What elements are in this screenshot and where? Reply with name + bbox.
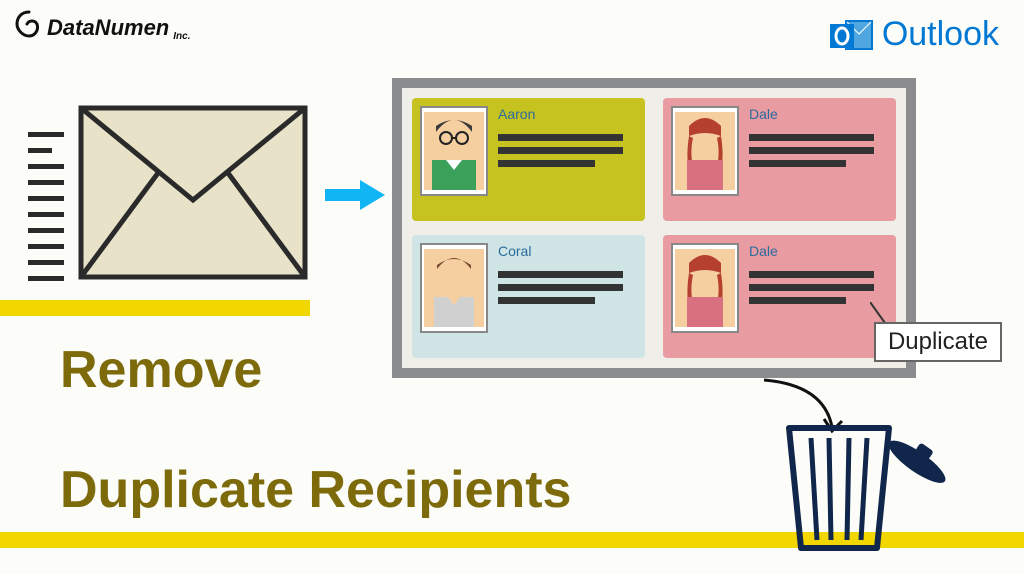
contact-card-dale-1: Dale [663,98,896,221]
envelope-icon [78,105,308,280]
outlook-icon [830,16,874,54]
contact-card-dale-2: Dale [663,235,896,358]
avatar [420,243,488,333]
highlight-bar [0,300,310,316]
avatar [671,243,739,333]
outlook-product-name: Outlook [882,15,999,54]
contact-name: Aaron [498,106,637,122]
trash-icon [779,418,969,553]
outlook-logo: Outlook [830,15,999,54]
contact-name: Coral [498,243,637,259]
contact-card-coral: Coral [412,235,645,358]
datanumen-suffix: Inc. [173,31,190,42]
contact-name: Dale [749,243,888,259]
contact-card-aaron: Aaron [412,98,645,221]
contact-lines-icon [498,134,637,167]
datanumen-name: DataNumen [47,15,169,41]
contact-name: Dale [749,106,888,122]
headline-line-1: Remove [60,340,262,400]
datanumen-logo: DataNumen Inc. [15,10,190,46]
contact-lines-icon [498,271,637,304]
contact-lines-icon [749,271,888,304]
datanumen-swirl-icon [15,10,43,46]
arrow-right-icon [325,180,385,210]
avatar [671,106,739,196]
contact-lines-icon [749,134,888,167]
duplicate-label: Duplicate [874,322,1002,362]
headline-line-2: Duplicate Recipients [60,460,571,520]
contacts-panel: Aaron Dale [392,78,916,378]
motion-lines-icon [28,132,64,292]
avatar [420,106,488,196]
